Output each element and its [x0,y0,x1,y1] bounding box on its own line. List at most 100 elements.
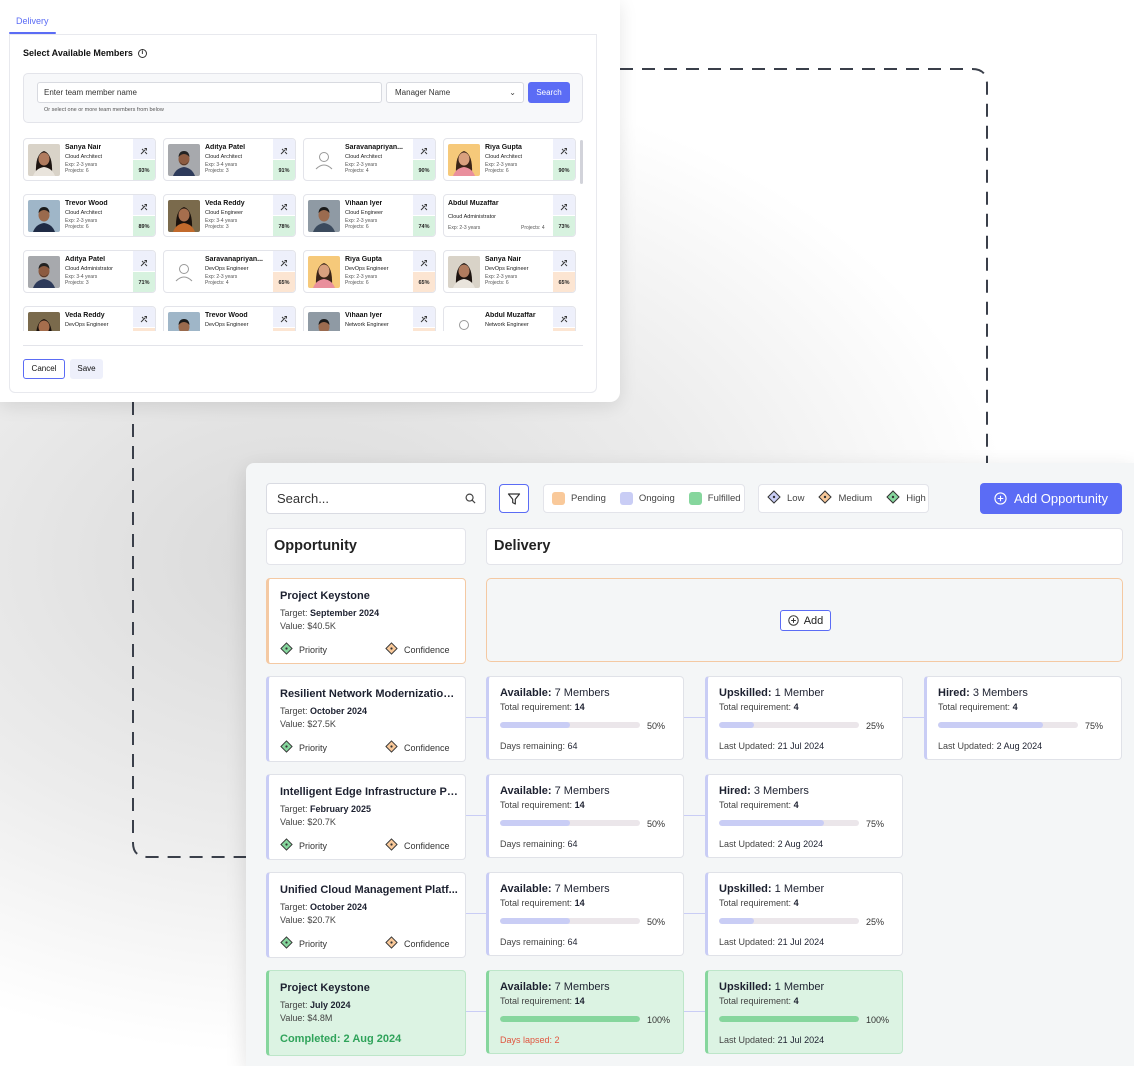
delivery-card[interactable]: Available: 7 Members Total requirement: 1… [486,872,684,956]
member-card[interactable]: Saravanapriyan... DevOps Engineer Exp: 2-3… [163,250,296,293]
opportunity-card[interactable]: Project Keystone Target: September 2024 Va… [266,578,466,664]
card-connector [684,717,705,718]
member-card[interactable]: Trevor Wood Cloud Architect Exp: 2-3 years… [23,194,156,237]
delivery-card[interactable]: Available: 7 Members Total requirement: 1… [486,676,684,760]
status-swatch [688,492,702,505]
select-members-dialog: Delivery Select Available Members i Ente… [0,0,620,402]
tools-icon[interactable] [133,195,155,215]
member-card[interactable]: Sanya Nair DevOps Engineer Exp: 2-3 years P… [443,250,576,293]
member-card[interactable]: Sanya Nair Cloud Architect Exp: 2-3 years P… [23,138,156,181]
tools-icon[interactable] [413,307,435,327]
delivery-card[interactable]: Upskilled: 1 Member Total requirement: 4 1… [705,970,903,1054]
member-match-panel: 73% [553,195,575,236]
legend-item: High [886,490,926,507]
add-delivery-button[interactable]: Add [780,610,831,631]
members-grid[interactable]: Sanya Nair Cloud Architect Exp: 2-3 years P… [23,138,583,331]
cancel-button[interactable]: Cancel [23,359,65,379]
total-requirement: Total requirement: 4 [719,702,799,712]
member-name: Vihaan Iyer [345,312,383,319]
tools-icon[interactable] [553,139,575,159]
delivery-footer: Last Updated: 21 Jul 2024 [719,937,824,947]
delivery-card[interactable]: Upskilled: 1 Member Total requirement: 4 2… [705,872,903,956]
delivery-card[interactable]: Upskilled: 1 Member Total requirement: 4 2… [705,676,903,760]
member-card[interactable]: Vihaan Iyer Cloud Engineer Exp: 2-3 years P… [303,194,436,237]
tools-icon[interactable] [413,195,435,215]
member-card[interactable]: Vihaan Iyer Network Engineer [303,306,436,331]
tools-icon[interactable] [413,251,435,271]
member-card[interactable]: Veda Reddy DevOps Engineer [23,306,156,331]
delivery-count: 7 Members [554,785,610,797]
tools-icon[interactable] [133,139,155,159]
total-requirement: Total requirement: 14 [500,898,585,908]
confidence-diamond-icon [385,838,398,853]
member-card[interactable]: Veda Reddy Cloud Engineer Exp: 3-4 years Pr… [163,194,296,237]
progress-percent: 50% [647,819,666,829]
member-projects: Projects: 4 [345,168,369,174]
info-icon[interactable]: i [137,48,147,58]
tools-icon[interactable] [273,139,295,159]
opportunity-card[interactable]: Project Keystone Target: July 2024 Value: … [266,970,466,1056]
member-card[interactable]: Aditya Patel Cloud Administrator Exp: 3-4 … [23,250,156,293]
tools-icon[interactable] [273,251,295,271]
value-amount: $20.7K [307,915,336,925]
member-match-panel: 90% [413,139,435,180]
delivery-count: 7 Members [554,981,610,993]
tools-icon[interactable] [133,307,155,327]
opportunity-card[interactable]: Intelligent Edge Infrastructure Pr... Tar… [266,774,466,860]
match-percentage: 74% [413,216,435,236]
opportunity-card[interactable]: Unified Cloud Management Platf... Target:… [266,872,466,958]
tools-icon[interactable] [413,139,435,159]
manager-select-value: Manager Name [395,88,451,97]
footer-label: Last Updated: [938,741,995,751]
add-opportunity-button[interactable]: Add Opportunity [980,483,1122,514]
member-card[interactable]: Aditya Patel Cloud Architect Exp: 3-4 year… [163,138,296,181]
member-card[interactable]: Riya Gupta Cloud Architect Exp: 2-3 years P… [443,138,576,181]
match-percentage [133,328,155,331]
delivery-footer: Days lapsed: 2 [500,1035,560,1045]
tools-icon[interactable] [553,251,575,271]
opportunity-card[interactable]: Resilient Network Modernization... Target… [266,676,466,762]
delivery-count: 7 Members [554,883,610,895]
delivery-footer: Days remaining: 64 [500,741,578,751]
delivery-card[interactable]: Hired: 3 Members Total requirement: 4 75% L… [924,676,1122,760]
manager-name-select[interactable]: Manager Name ⌄ [386,82,524,103]
delivery-card[interactable]: Available: 7 Members Total requirement: 1… [486,970,684,1054]
tools-icon[interactable] [273,307,295,327]
tools-icon[interactable] [553,307,575,327]
member-card[interactable]: Saravanapriyan... Cloud Architect Exp: 2-3… [303,138,436,181]
target-label: Target: [280,706,308,716]
tools-icon[interactable] [273,195,295,215]
member-name-input[interactable]: Enter team member name [37,82,382,103]
card-connector [684,815,705,816]
completed-date: Completed: 2 Aug 2024 [280,1033,402,1045]
match-percentage: 93% [133,160,155,180]
match-percentage: 71% [133,272,155,292]
tools-icon[interactable] [553,195,575,215]
delivery-card[interactable]: Available: 7 Members Total requirement: 1… [486,774,684,858]
priority-diamond-icon [886,490,900,507]
search-icon [465,493,476,504]
member-match-panel: 74% [413,195,435,236]
member-card[interactable]: Abdul Muzaffar Network Engineer [443,306,576,331]
delivery-card[interactable]: Hired: 3 Members Total requirement: 4 75% L… [705,774,903,858]
opportunity-target: Target: October 2024 [280,902,367,912]
confidence-label: Confidence [404,644,450,655]
save-button[interactable]: Save [70,359,103,379]
tab-delivery[interactable]: Delivery [16,16,49,26]
filter-button[interactable] [499,484,529,513]
match-percentage: 89% [133,216,155,236]
column-header-opportunity: Opportunity [266,528,466,565]
value-amount: $40.5K [307,621,336,631]
search-button[interactable]: Search [528,82,570,103]
member-card[interactable]: Trevor Wood DevOps Engineer [163,306,296,331]
board-search-input[interactable]: Search... [266,483,486,514]
members-scrollbar[interactable] [580,140,583,184]
member-experience: Exp: 2-3 years [448,225,481,231]
legend-label: Medium [838,493,873,504]
match-percentage: 65% [413,272,435,292]
tools-icon[interactable] [133,251,155,271]
member-card[interactable]: Abdul Muzaffar Cloud Administrator Exp: 2-… [443,194,576,237]
card-connector [684,913,705,914]
member-card[interactable]: Riya Gupta DevOps Engineer Exp: 2-3 years P… [303,250,436,293]
priority-indicator: Priority [280,936,327,951]
